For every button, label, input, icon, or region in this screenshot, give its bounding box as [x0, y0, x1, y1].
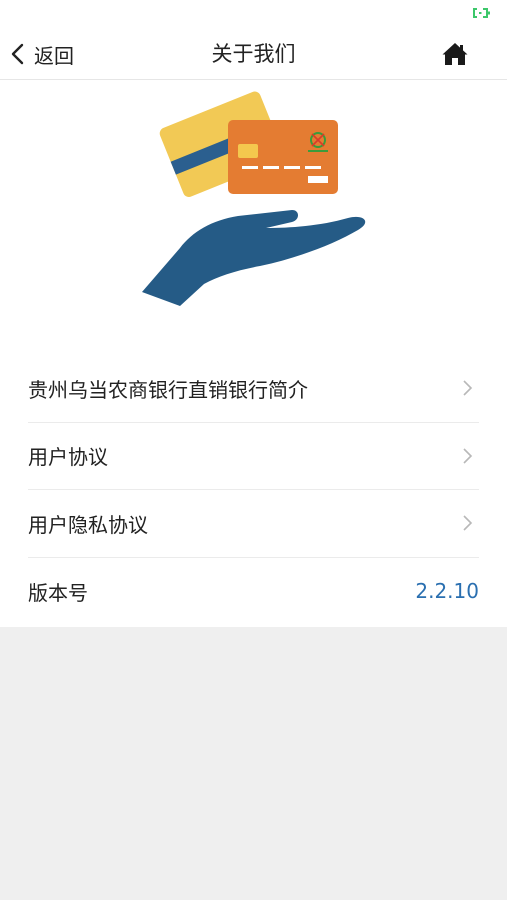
menu-item-label: 用户隐私协议: [28, 512, 148, 537]
navigation-bar: 返回 关于我们: [0, 28, 507, 80]
menu-item-privacy-agreement[interactable]: 用户隐私协议: [28, 490, 479, 558]
content-panel: 贵州乌当农商银行直销银行简介 用户协议 用户隐私协议 版本号 2.2.10: [0, 80, 507, 627]
hand-holding-cards-illustration: [142, 91, 366, 306]
chevron-right-icon: [463, 448, 473, 464]
version-value: 2.2.10: [415, 579, 479, 604]
battery-icon: [473, 8, 490, 18]
home-icon[interactable]: [441, 40, 469, 68]
about-menu: 贵州乌当农商银行直销银行简介 用户协议 用户隐私协议 版本号 2.2.10: [28, 355, 479, 625]
version-row: 版本号 2.2.10: [28, 558, 479, 626]
status-bar: [0, 0, 507, 28]
version-label: 版本号: [28, 580, 88, 605]
menu-item-label: 贵州乌当农商银行直销银行简介: [28, 377, 308, 402]
page-title: 关于我们: [211, 42, 296, 66]
about-us-screen: 返回 关于我们 贵州乌当农商银行直销银行简介 用户协议 用户隐私协议 版本号 2…: [0, 0, 507, 900]
menu-item-bank-intro[interactable]: 贵州乌当农商银行直销银行简介: [28, 355, 479, 423]
menu-item-label: 用户协议: [28, 445, 108, 470]
menu-item-user-agreement[interactable]: 用户协议: [28, 423, 479, 490]
chevron-right-icon: [463, 515, 473, 531]
chevron-right-icon: [463, 380, 473, 396]
